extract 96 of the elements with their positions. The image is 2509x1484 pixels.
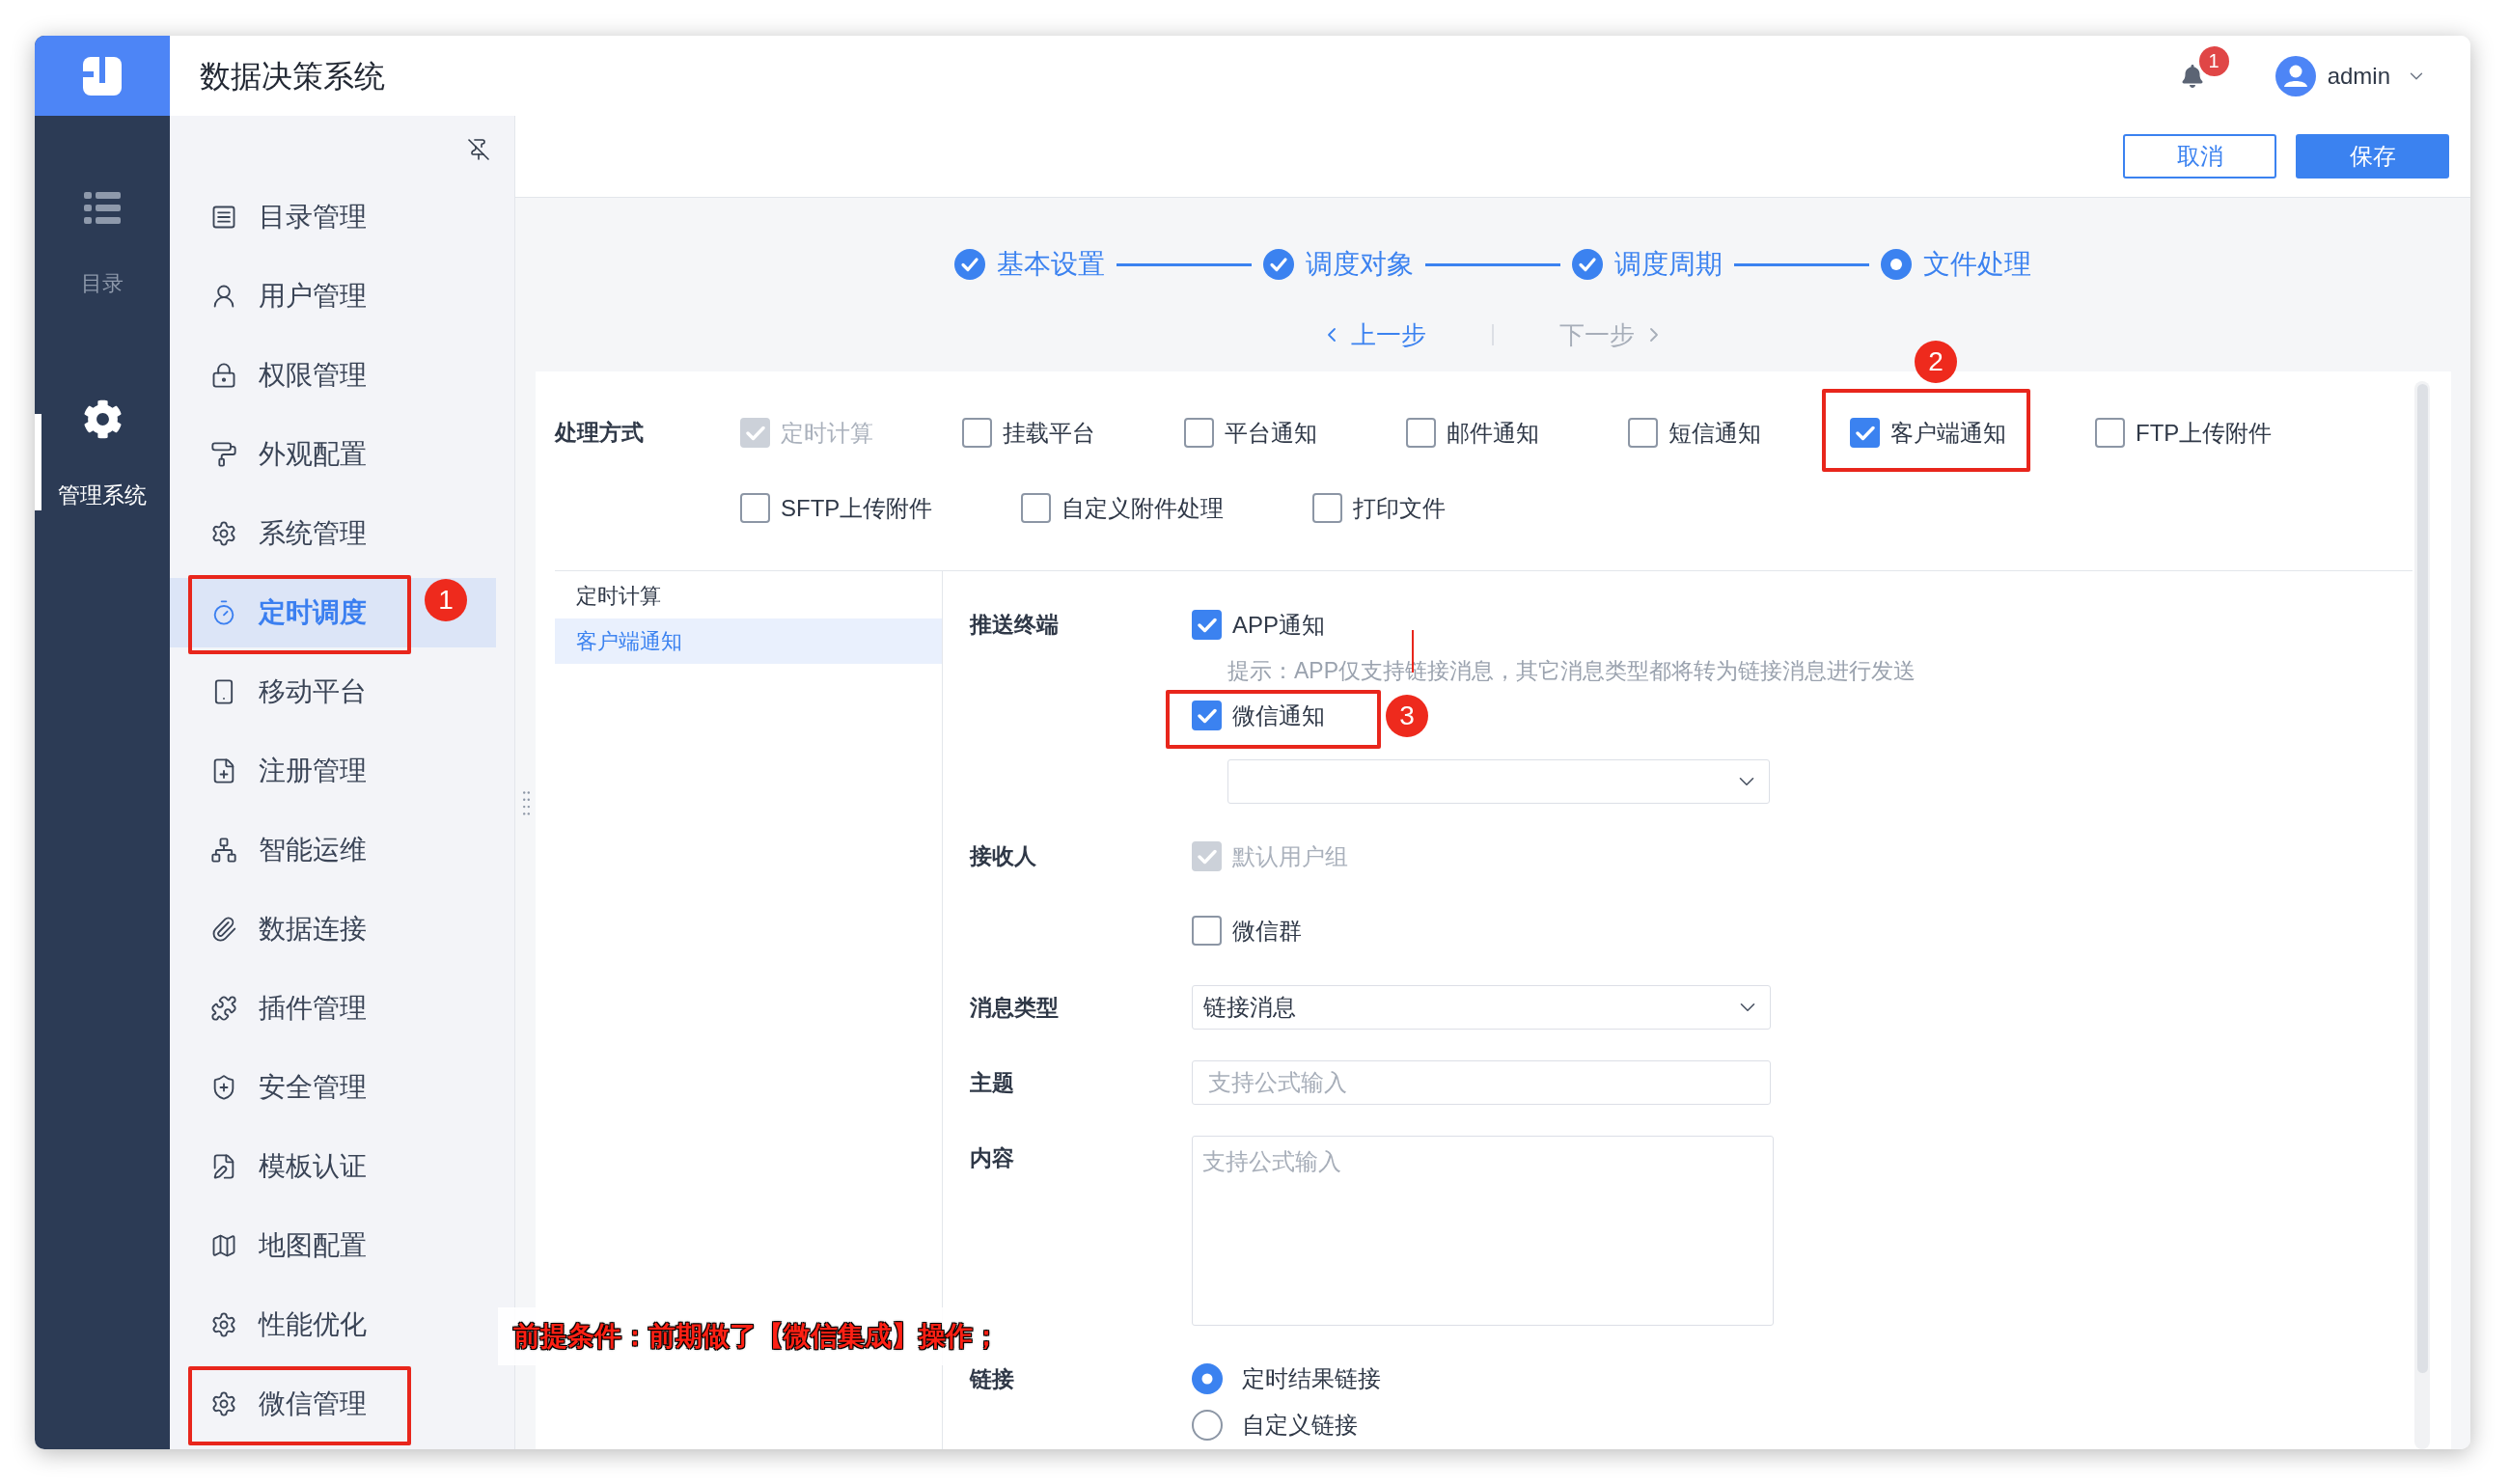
checkbox[interactable]	[1192, 610, 1222, 640]
step-label: 调度对象	[1306, 248, 1414, 281]
sidebar-item[interactable]: 模板认证	[170, 1132, 496, 1201]
checkbox-label: 微信通知	[1232, 701, 1325, 730]
field-label: 推送终端	[970, 611, 1060, 639]
settings-icon	[210, 1311, 237, 1338]
checkbox-label: FTP上传附件	[2136, 419, 2273, 448]
radio-label: 定时结果链接	[1242, 1364, 1381, 1393]
scrollbar[interactable]	[2414, 381, 2430, 1449]
scrollbar-thumb[interactable]	[2416, 384, 2428, 1373]
sidebar-item[interactable]: 地图配置	[170, 1211, 496, 1280]
sidebar-item[interactable]: 智能运维	[170, 815, 496, 885]
radio-button[interactable]	[1192, 1363, 1223, 1394]
checkbox-label: APP通知	[1232, 611, 1326, 640]
check-icon	[745, 425, 765, 441]
sidebar-item[interactable]: 权限管理	[170, 341, 496, 410]
check-icon	[1197, 707, 1217, 724]
rail-item[interactable]: 目录	[35, 192, 170, 296]
checkbox-label: 打印文件	[1353, 494, 1447, 523]
checkbox-label: 客户端通知	[1890, 419, 2006, 448]
logo-icon	[83, 56, 122, 96]
text-cursor-icon	[1412, 630, 1414, 673]
notification-badge: 1	[2198, 45, 2229, 76]
subnav-item[interactable]: 定时计算	[555, 573, 942, 618]
step-label: 文件处理	[1923, 248, 2031, 281]
paperclip-icon	[210, 916, 237, 943]
hint-text: 提示：APP仅支持链接消息，其它消息类型都将转为链接消息进行发送	[1227, 658, 1916, 683]
radio-label: 自定义链接	[1242, 1411, 1358, 1440]
checkbox[interactable]	[1192, 701, 1222, 730]
network-icon	[210, 837, 237, 864]
checkbox[interactable]	[1184, 418, 1214, 448]
checkbox[interactable]	[1312, 493, 1343, 523]
checkbox-label: 挂载平台	[1003, 419, 1095, 448]
check-icon	[1197, 848, 1217, 865]
field-label: 主题	[970, 1069, 1015, 1097]
checkbox[interactable]	[962, 418, 992, 448]
user-menu-button[interactable]: admin	[2327, 58, 2427, 94]
sidebar-item[interactable]: 数据连接	[170, 894, 496, 964]
annotation-number: 3	[1386, 695, 1428, 737]
radio-button[interactable]	[1192, 1410, 1223, 1441]
checkbox[interactable]	[740, 493, 770, 523]
lock-icon	[210, 362, 237, 389]
checkbox[interactable]	[1406, 418, 1436, 448]
settings-icon	[210, 1390, 237, 1417]
settings-icon	[210, 520, 237, 547]
checkbox-label: 短信通知	[1668, 419, 1761, 448]
paint-roller-icon	[210, 441, 237, 468]
puzzle-icon	[210, 995, 237, 1022]
list-square-icon	[210, 204, 237, 231]
checkbox-label: 自定义附件处理	[1062, 494, 1225, 523]
drag-handle-icon[interactable]	[523, 791, 530, 815]
gear-icon	[82, 399, 123, 439]
sidebar-item[interactable]: 性能优化	[170, 1290, 496, 1360]
step-label: 基本设置	[997, 248, 1105, 281]
textarea-field[interactable]: 支持公式输入	[1192, 1136, 1774, 1326]
app-title: 数据决策系统	[200, 57, 385, 96]
list-icon	[84, 192, 121, 224]
checkbox-label: SFTP上传附件	[781, 494, 933, 523]
bell-icon[interactable]	[2180, 64, 2204, 88]
sidebar-item[interactable]: 微信管理	[170, 1369, 496, 1439]
sidebar-item[interactable]: 系统管理	[170, 499, 496, 568]
sidebar-item[interactable]: 插件管理	[170, 974, 496, 1043]
sidebar-item[interactable]: 目录管理	[170, 182, 496, 252]
field-label: 处理方式	[555, 419, 645, 447]
save-button[interactable]: 保存	[2296, 134, 2449, 179]
step-label: 调度周期	[1614, 248, 1723, 281]
field-label: 消息类型	[970, 994, 1060, 1022]
checkbox[interactable]	[2095, 418, 2125, 448]
unpin-icon[interactable]	[467, 137, 490, 161]
checkbox-label: 微信群	[1232, 917, 1302, 946]
sidebar-item[interactable]: 移动平台	[170, 657, 496, 727]
checkbox[interactable]	[1850, 418, 1880, 448]
field-label: 链接	[970, 1365, 1015, 1393]
checkbox-label: 平台通知	[1225, 419, 1317, 448]
sidebar-item[interactable]: 注册管理	[170, 736, 496, 806]
sidebar-item[interactable]: 安全管理	[170, 1053, 496, 1122]
text-input[interactable]: 支持公式输入	[1192, 1060, 1771, 1105]
sidebar-item[interactable]: 用户管理	[170, 261, 496, 331]
annotation-number: 2	[1915, 341, 1957, 383]
checkbox[interactable]	[1021, 493, 1052, 523]
select-field[interactable]: 链接消息	[1192, 985, 1771, 1030]
map-icon	[210, 1232, 237, 1259]
field-label: 接收人	[970, 842, 1037, 870]
checkbox-label: 邮件通知	[1447, 419, 1539, 448]
checkbox[interactable]	[1192, 916, 1222, 946]
dropdown-field[interactable]	[1227, 759, 1770, 804]
cancel-button[interactable]: 取消	[2123, 134, 2276, 179]
checkbox[interactable]	[1628, 418, 1658, 448]
field-label: 内容	[970, 1144, 1015, 1172]
avatar-icon	[2275, 55, 2316, 96]
checkbox-label: 定时计算	[781, 419, 873, 448]
checkbox-label: 默认用户组	[1232, 842, 1348, 871]
rail-item[interactable]: 管理系统	[35, 390, 170, 520]
check-icon	[1855, 425, 1875, 441]
sidebar-item[interactable]: 外观配置	[170, 420, 496, 489]
check-icon	[1197, 617, 1217, 633]
